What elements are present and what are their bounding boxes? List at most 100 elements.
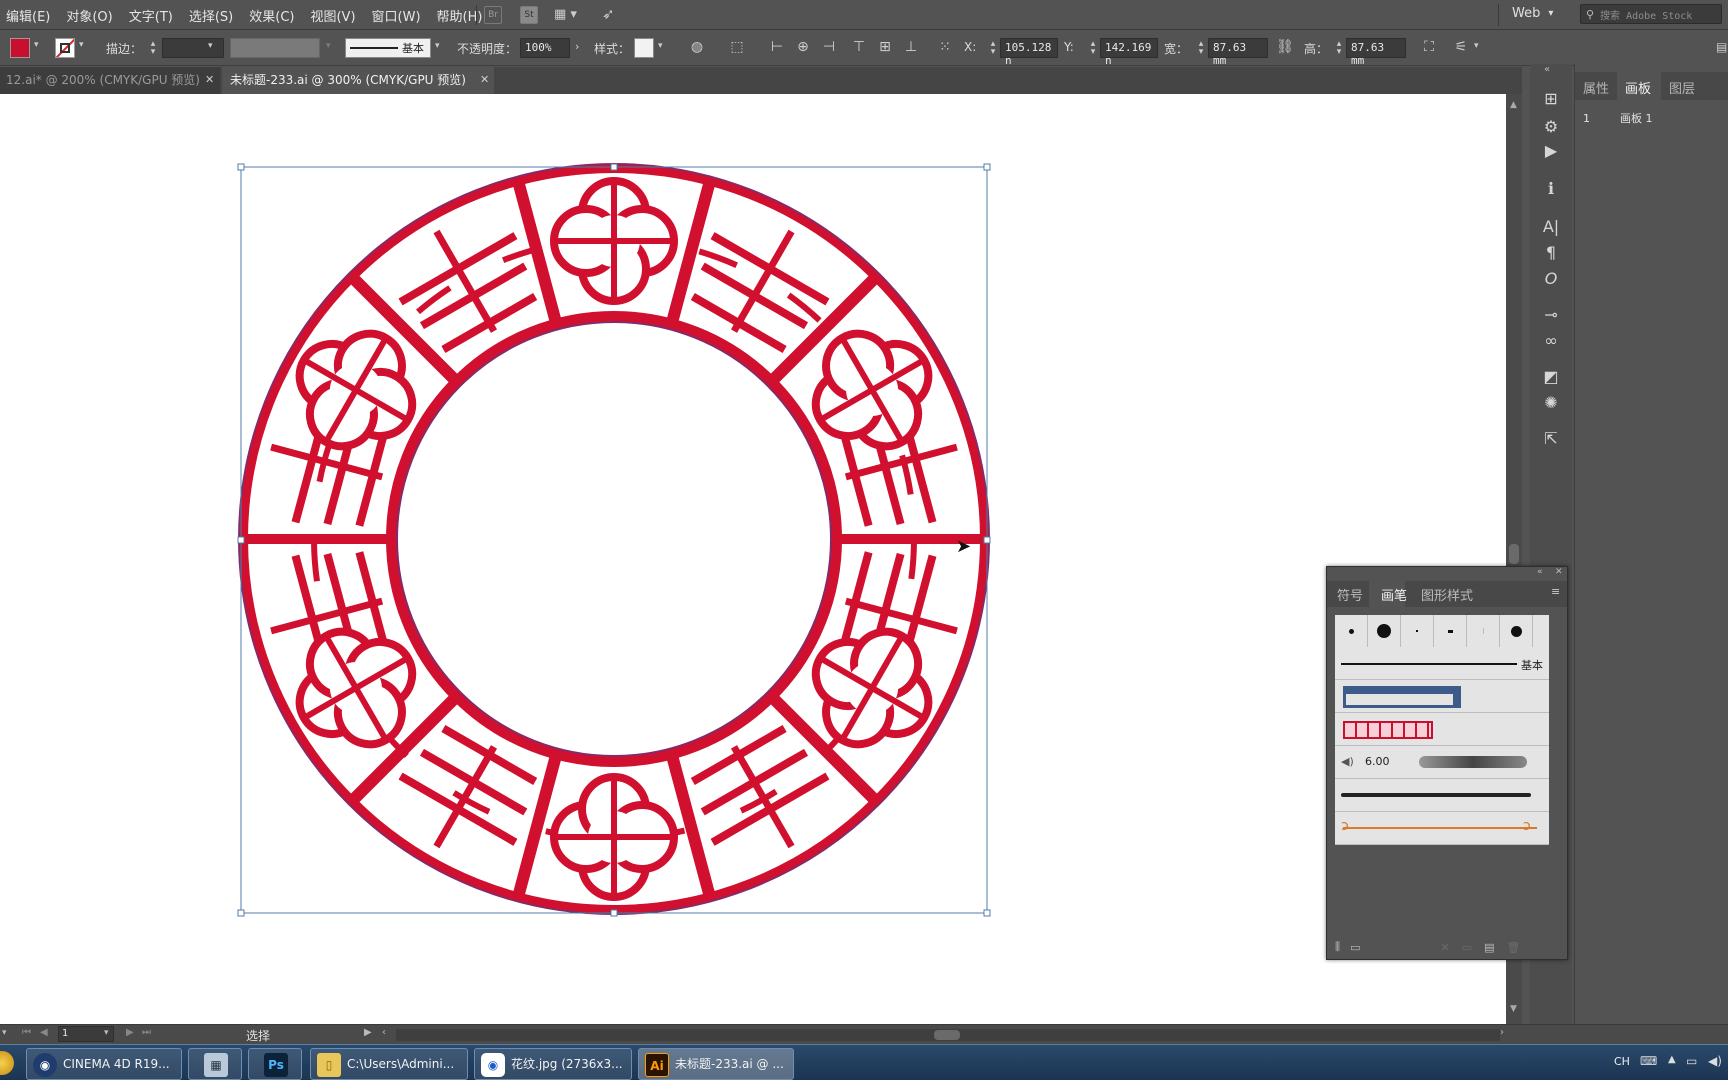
language-indicator[interactable]: CH <box>1614 1055 1630 1068</box>
gpu-performance-icon[interactable]: ➶ <box>602 5 615 23</box>
panel-menu-icon[interactable]: ▤ <box>1716 40 1727 54</box>
align-to-icon[interactable]: ⬚ <box>728 38 746 56</box>
align-vcenter-icon[interactable]: ⊞ <box>876 38 894 56</box>
image-trace-icon[interactable]: ◩ <box>1540 366 1562 388</box>
brush-charcoal[interactable] <box>1335 779 1549 812</box>
brush-dot-tiny[interactable] <box>1401 615 1434 647</box>
horizontal-scrollbar[interactable] <box>396 1029 1500 1041</box>
close-icon[interactable]: ✕ <box>480 67 489 93</box>
ring-ornament[interactable] <box>238 163 990 915</box>
horizontal-scroll-thumb[interactable] <box>934 1030 960 1040</box>
scroll-thumb[interactable] <box>1509 544 1519 564</box>
brush-dot-faint[interactable] <box>1467 615 1500 647</box>
taskbar-item-explorer[interactable]: ▯ C:\Users\Admini... <box>310 1048 468 1080</box>
scroll-right-icon[interactable]: › <box>1500 1027 1504 1038</box>
page-dropdown-icon[interactable]: ▾ <box>104 1028 109 1038</box>
taskbar-item-photoshop[interactable]: Ps <box>248 1048 302 1080</box>
align-right-icon[interactable]: ⊣ <box>820 38 838 56</box>
taskbar-item-image-viewer[interactable]: ◉ 花纹.jpg (2736x3... <box>474 1048 632 1080</box>
appearance-icon[interactable]: ✺ <box>1540 392 1562 414</box>
brush-options-icon[interactable]: ▭ <box>1462 941 1472 954</box>
stock-icon[interactable]: St <box>520 6 538 24</box>
style-dropdown-icon[interactable]: ▾ <box>658 41 663 51</box>
menu-edit[interactable]: 编辑(E) <box>6 6 50 25</box>
y-field[interactable]: 142.169 n <box>1100 38 1158 67</box>
artboard-icon[interactable]: ⊞ <box>1540 88 1562 110</box>
width-stepper[interactable]: ▴ ▾ <box>1196 40 1206 57</box>
start-orb-icon[interactable] <box>0 1051 14 1075</box>
collapse-dock-icon[interactable]: « <box>1544 64 1550 75</box>
tab-document-12[interactable]: 12.ai* @ 200% (CMYK/GPU 预览) <box>0 67 220 94</box>
align-hcenter-icon[interactable]: ⊕ <box>794 38 812 56</box>
height-field[interactable]: 87.63 mm <box>1346 38 1406 67</box>
scroll-left-icon[interactable]: ‹ <box>382 1027 386 1038</box>
libraries-panel-icon[interactable]: ▭ <box>1350 941 1360 954</box>
volume-icon[interactable]: ◀) <box>1708 1054 1722 1068</box>
keyboard-icon[interactable]: ⌨ <box>1640 1054 1657 1068</box>
constrain-proportions-icon[interactable]: ⛓ <box>1276 38 1294 56</box>
export-icon[interactable]: ⇱ <box>1540 428 1562 450</box>
x-stepper[interactable]: ▴ ▾ <box>988 40 998 57</box>
tray-expand-icon[interactable]: ▲ <box>1668 1054 1676 1065</box>
align-top-icon[interactable]: ⊤ <box>850 38 868 56</box>
stroke-weight-dropdown-icon[interactable]: ▾ <box>208 41 213 51</box>
width-field[interactable]: 87.63 mm <box>1208 38 1268 67</box>
menu-window[interactable]: 窗口(W) <box>372 6 421 25</box>
tab-document-233[interactable]: 未标题-233.ai @ 300% (CMYK/GPU 预览) <box>222 67 494 94</box>
actions-play-icon[interactable]: ▶ <box>1540 140 1562 162</box>
close-icon[interactable]: ✕ <box>205 67 214 93</box>
x-field[interactable]: 105.128 n <box>1000 38 1058 67</box>
taskbar-item-calculator[interactable]: ▦ <box>188 1048 242 1080</box>
brush-definition[interactable]: 基本 <box>345 38 431 58</box>
artboard-canvas[interactable]: ➤ <box>0 94 1506 1024</box>
paragraph-icon[interactable]: ¶ <box>1540 242 1562 264</box>
menu-view[interactable]: 视图(V) <box>310 6 355 25</box>
arrange-documents-icon[interactable]: ▦ ▾ <box>554 7 577 22</box>
collapse-panel-icon[interactable]: « <box>1537 567 1543 577</box>
fill-dropdown-icon[interactable]: ▾ <box>34 40 39 50</box>
brush-pattern-blue[interactable] <box>1335 680 1549 713</box>
brush-libraries-icon[interactable]: ⫼ <box>1335 940 1340 954</box>
status-menu-arrow-icon[interactable]: ▶ <box>364 1027 372 1038</box>
brush-dot-small[interactable] <box>1335 615 1368 647</box>
stroke-dropdown-icon[interactable]: ▾ <box>79 40 84 50</box>
tab-brushes[interactable]: 画笔 <box>1381 585 1407 604</box>
scroll-up-icon[interactable]: ▲ <box>1510 100 1517 110</box>
scroll-down-icon[interactable]: ▼ <box>1510 1004 1517 1014</box>
more-options-icon[interactable]: ⚟ <box>1452 38 1470 56</box>
brush-dot-medium[interactable] <box>1500 615 1533 647</box>
new-brush-icon[interactable]: ▤ <box>1484 941 1494 954</box>
align-left-icon[interactable]: ⊢ <box>768 38 786 56</box>
reference-point-icon[interactable]: ⁙ <box>936 38 954 56</box>
delete-brush-icon[interactable]: 🗑 <box>1507 941 1521 954</box>
stroke-swatch[interactable] <box>55 38 75 58</box>
tab-symbols[interactable]: 符号 <box>1337 585 1363 604</box>
align-bottom-icon[interactable]: ⊥ <box>902 38 920 56</box>
info-icon[interactable]: ℹ <box>1540 178 1562 200</box>
tab-layers[interactable]: 图层 <box>1669 78 1695 97</box>
stroke-weight-stepper[interactable]: ▴ ▾ <box>148 40 158 57</box>
workspace-switcher[interactable]: Web ▾ <box>1512 6 1553 21</box>
lattice-ring-artwork[interactable] <box>0 94 1506 1024</box>
opacity-arrow-icon[interactable]: › <box>575 40 579 53</box>
options-dropdown-icon[interactable]: ▾ <box>1474 41 1479 51</box>
taskbar-item-illustrator[interactable]: Ai 未标题-233.ai @ ... <box>638 1048 794 1080</box>
brush-art-ornament[interactable]: ↄ ɔ <box>1335 812 1549 845</box>
opacity-field[interactable]: 100% <box>520 38 570 58</box>
recolor-artwork-icon[interactable]: ◍ <box>688 38 706 56</box>
previous-page-icon[interactable]: ◀ <box>40 1027 48 1038</box>
tab-graphic-styles[interactable]: 图形样式 <box>1421 585 1473 604</box>
character-icon[interactable]: A| <box>1540 216 1562 238</box>
close-panel-icon[interactable]: ✕ <box>1555 567 1563 577</box>
transform-icon[interactable]: ⛶ <box>1420 38 1438 56</box>
menu-object[interactable]: 对象(O) <box>66 6 112 25</box>
brush-dropdown-icon[interactable]: ▾ <box>435 41 440 51</box>
height-stepper[interactable]: ▴ ▾ <box>1334 40 1344 57</box>
cc-libraries-icon[interactable]: ∞ <box>1540 330 1562 352</box>
network-icon[interactable]: ▭ <box>1686 1054 1697 1068</box>
tab-artboards[interactable]: 画板 <box>1625 78 1651 97</box>
last-page-icon[interactable]: ⏭ <box>142 1027 151 1038</box>
variable-width-profile[interactable] <box>230 38 320 58</box>
menu-effect[interactable]: 效果(C) <box>249 6 294 25</box>
menu-select[interactable]: 选择(S) <box>189 6 233 25</box>
